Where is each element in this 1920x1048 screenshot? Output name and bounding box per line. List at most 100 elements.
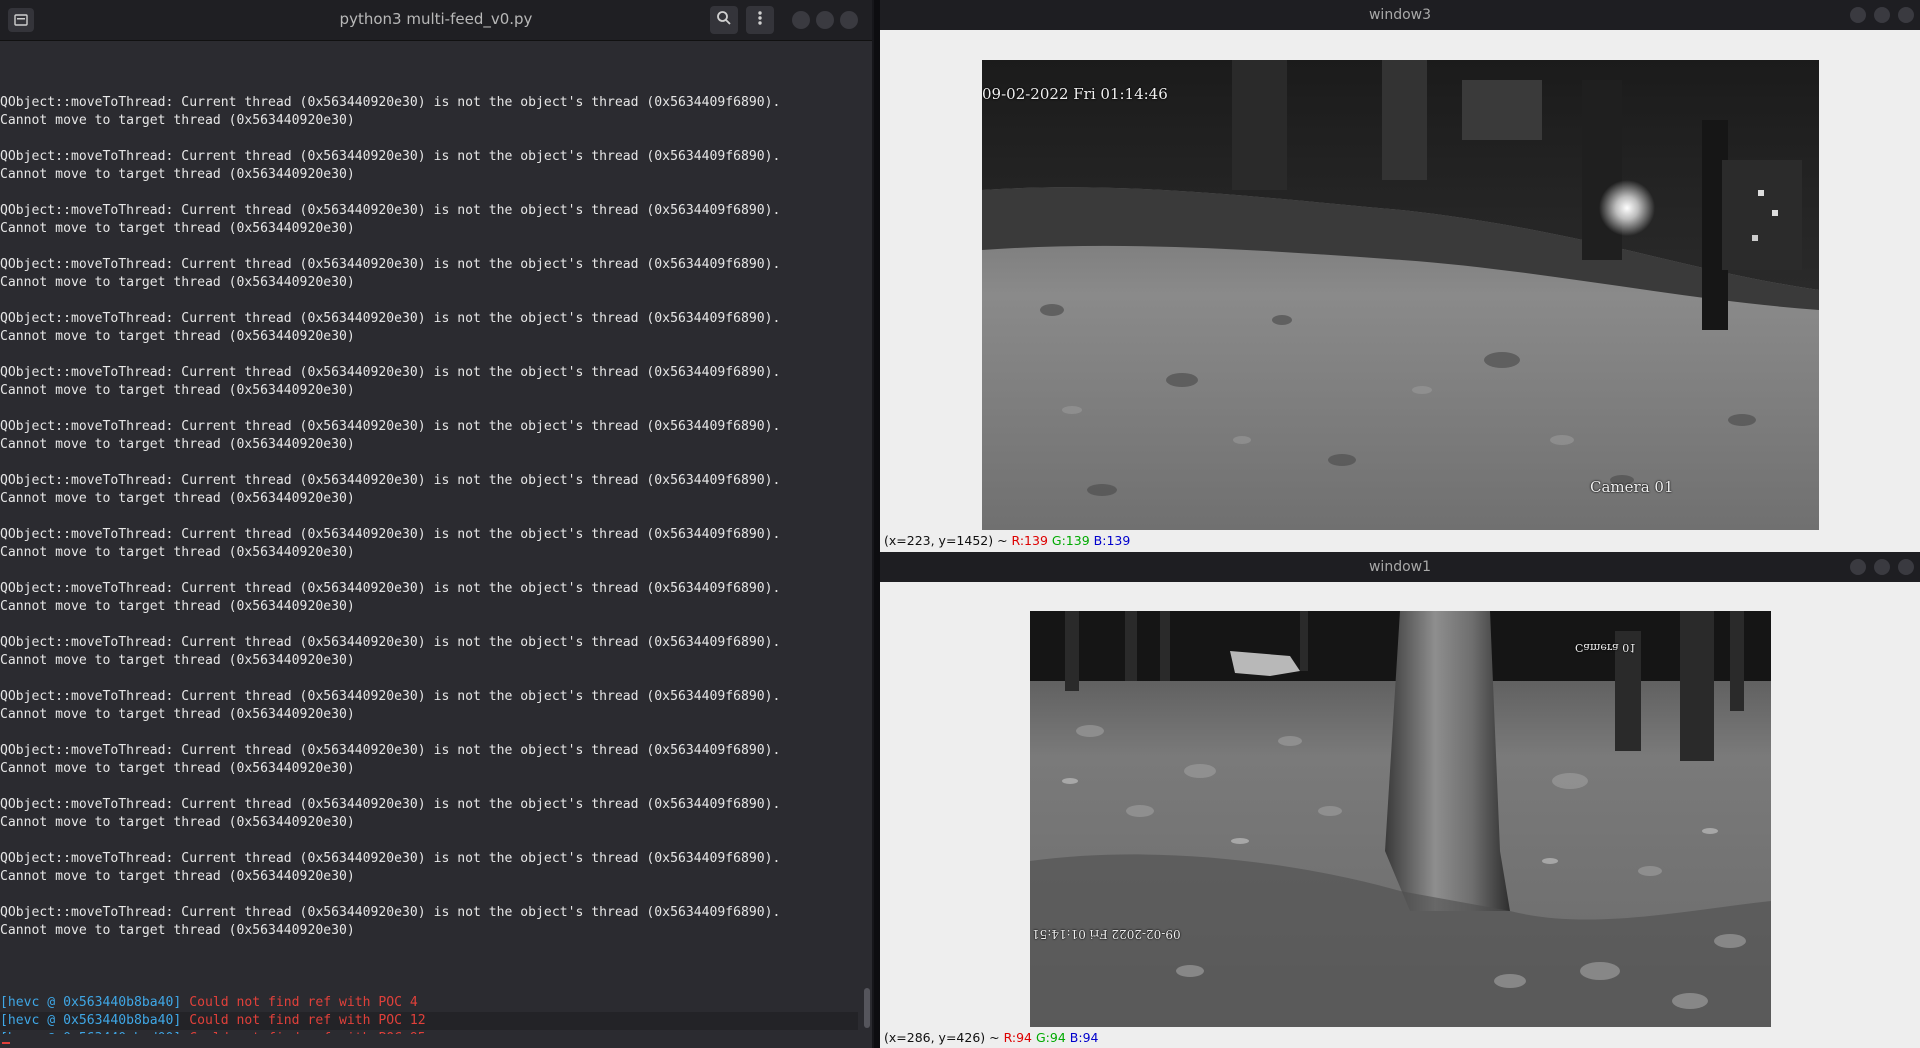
log-entry: QObject::moveToThread: Current thread (0… <box>0 850 858 886</box>
log-entry: QObject::moveToThread: Current thread (0… <box>0 256 858 292</box>
camera-feed-window3[interactable]: 09-02-2022 Fri 01:14:46 Camera 01 <box>982 60 1819 530</box>
log-line-detail: Cannot move to target thread (0x56344092… <box>0 491 355 506</box>
window3-status: (x=223, y=1452) ~ R:139 G:139 B:139 <box>884 533 1130 548</box>
log-entry: QObject::moveToThread: Current thread (0… <box>0 310 858 346</box>
log-line-warning: QObject::moveToThread: Current thread (0… <box>0 203 781 218</box>
log-line-detail: Cannot move to target thread (0x56344092… <box>0 923 355 938</box>
log-entry: QObject::moveToThread: Current thread (0… <box>0 472 858 508</box>
log-line-detail: Cannot move to target thread (0x56344092… <box>0 815 355 830</box>
log-line-warning: QObject::moveToThread: Current thread (0… <box>0 635 781 650</box>
hevc-error-message: Could not find ref with POC 12 <box>181 1013 426 1028</box>
window3[interactable]: window3 09-02-2022 Fri 01:14:46 Camera 0… <box>880 0 1920 552</box>
log-line-detail: Cannot move to target thread (0x56344092… <box>0 329 355 344</box>
terminal-window[interactable]: python3 multi-feed_v0.py QObject::moveTo… <box>0 0 874 1048</box>
status-red: R:139 <box>1011 533 1048 548</box>
window1-title: window1 <box>1368 559 1432 575</box>
log-entry: QObject::moveToThread: Current thread (0… <box>0 526 858 562</box>
log-entry: QObject::moveToThread: Current thread (0… <box>0 148 858 184</box>
log-line-detail: Cannot move to target thread (0x56344092… <box>0 653 355 668</box>
log-line-detail: Cannot move to target thread (0x56344092… <box>0 545 355 560</box>
terminal-cursor <box>2 1042 10 1044</box>
close-button[interactable] <box>840 11 858 29</box>
status-red: R:94 <box>1003 1030 1033 1045</box>
hevc-error-message: Could not find ref with POC 95 <box>181 1031 426 1034</box>
terminal-title: python3 multi-feed_v0.py <box>339 10 533 28</box>
forest-camera-image <box>1030 611 1771 1027</box>
log-entry: QObject::moveToThread: Current thread (0… <box>0 796 858 832</box>
status-green: G:94 <box>1036 1030 1066 1045</box>
log-line-warning: QObject::moveToThread: Current thread (0… <box>0 257 781 272</box>
hevc-tag: [hevc @ 0x563440b8ba40] <box>0 995 182 1010</box>
night-camera-image <box>982 60 1819 530</box>
log-line-warning: QObject::moveToThread: Current thread (0… <box>0 95 781 110</box>
log-line-warning: QObject::moveToThread: Current thread (0… <box>0 473 781 488</box>
log-entry: QObject::moveToThread: Current thread (0… <box>0 904 858 940</box>
terminal-output[interactable]: QObject::moveToThread: Current thread (0… <box>0 40 858 1034</box>
maximize-button[interactable] <box>816 11 834 29</box>
osd-camera-label: Camera 01 <box>1590 478 1674 496</box>
log-line-detail: Cannot move to target thread (0x56344092… <box>0 869 355 884</box>
log-entry: QObject::moveToThread: Current thread (0… <box>0 418 858 454</box>
status-coords: (x=286, y=426) ~ <box>884 1030 1004 1045</box>
log-line-detail: Cannot move to target thread (0x56344092… <box>0 707 355 722</box>
log-line-warning: QObject::moveToThread: Current thread (0… <box>0 851 781 866</box>
log-line-detail: Cannot move to target thread (0x56344092… <box>0 221 355 236</box>
camera-feed-window1[interactable]: Camera 01 09-02-2022 Fri 01:14:51 <box>1030 611 1771 1027</box>
hevc-tag: [hevc @ 0x563440b8ba40] <box>0 1013 182 1028</box>
log-line-detail: Cannot move to target thread (0x56344092… <box>0 275 355 290</box>
window1-minimize-button[interactable] <box>1850 559 1866 575</box>
kebab-menu-icon <box>757 10 763 30</box>
log-entry: QObject::moveToThread: Current thread (0… <box>0 688 858 724</box>
terminal-titlebar[interactable]: python3 multi-feed_v0.py <box>0 0 872 41</box>
log-line-detail: Cannot move to target thread (0x56344092… <box>0 437 355 452</box>
log-line-detail: Cannot move to target thread (0x56344092… <box>0 167 355 182</box>
status-blue: B:94 <box>1069 1030 1099 1045</box>
log-line-detail: Cannot move to target thread (0x56344092… <box>0 383 355 398</box>
window1-titlebar[interactable]: window1 <box>880 552 1920 582</box>
window1-maximize-button[interactable] <box>1874 559 1890 575</box>
log-line-warning: QObject::moveToThread: Current thread (0… <box>0 743 781 758</box>
hevc-log: [hevc @ 0x563440b8ba40] Could not find r… <box>0 994 858 1034</box>
scrollbar-thumb[interactable] <box>864 988 870 1028</box>
log-line-warning: QObject::moveToThread: Current thread (0… <box>0 419 781 434</box>
window3-maximize-button[interactable] <box>1874 7 1890 23</box>
window3-title: window3 <box>1368 7 1432 23</box>
log-line-warning: QObject::moveToThread: Current thread (0… <box>0 149 781 164</box>
log-entry: QObject::moveToThread: Current thread (0… <box>0 202 858 238</box>
menu-button[interactable] <box>746 6 774 34</box>
status-coords: (x=223, y=1452) ~ <box>884 533 1012 548</box>
log-entry: QObject::moveToThread: Current thread (0… <box>0 364 858 400</box>
search-button[interactable] <box>710 6 738 34</box>
log-line-warning: QObject::moveToThread: Current thread (0… <box>0 797 781 812</box>
log-line-detail: Cannot move to target thread (0x56344092… <box>0 113 355 128</box>
window3-titlebar[interactable]: window3 <box>880 0 1920 30</box>
window3-close-button[interactable] <box>1898 7 1914 23</box>
log-line-warning: QObject::moveToThread: Current thread (0… <box>0 311 781 326</box>
status-green: G:139 <box>1051 533 1090 548</box>
log-entry: QObject::moveToThread: Current thread (0… <box>0 742 858 778</box>
log-line-warning: QObject::moveToThread: Current thread (0… <box>0 689 781 704</box>
log-line-warning: QObject::moveToThread: Current thread (0… <box>0 527 781 542</box>
minimize-button[interactable] <box>792 11 810 29</box>
qobject-log: QObject::moveToThread: Current thread (0… <box>0 94 858 940</box>
window1[interactable]: window1 Camera 01 09-02-2022 Fri 01:14:5… <box>880 552 1920 1048</box>
window1-close-button[interactable] <box>1898 559 1914 575</box>
hevc-log-line: [hevc @ 0x563440b8ba40] Could not find r… <box>0 994 858 1012</box>
search-icon <box>716 10 732 30</box>
window1-status: (x=286, y=426) ~ R:94 G:94 B:94 <box>884 1030 1099 1045</box>
log-line-warning: QObject::moveToThread: Current thread (0… <box>0 365 781 380</box>
log-line-warning: QObject::moveToThread: Current thread (0… <box>0 905 781 920</box>
log-line-warning: QObject::moveToThread: Current thread (0… <box>0 581 781 596</box>
status-blue: B:139 <box>1093 533 1131 548</box>
log-entry: QObject::moveToThread: Current thread (0… <box>0 634 858 670</box>
hevc-tag: [hevc @ 0x563440abad00] <box>0 1031 181 1034</box>
log-entry: QObject::moveToThread: Current thread (0… <box>0 580 858 616</box>
log-line-detail: Cannot move to target thread (0x56344092… <box>0 599 355 614</box>
hevc-log-line: [hevc @ 0x563440abad00] Could not find r… <box>0 1030 858 1034</box>
hevc-error-message: Could not find ref with POC 4 <box>181 995 418 1010</box>
log-entry: QObject::moveToThread: Current thread (0… <box>0 94 858 130</box>
window3-minimize-button[interactable] <box>1850 7 1866 23</box>
terminal-scrollbar[interactable] <box>864 60 870 1028</box>
hevc-log-line: [hevc @ 0x563440b8ba40] Could not find r… <box>0 1012 858 1030</box>
osd-timestamp: 09-02-2022 Fri 01:14:46 <box>982 85 1168 103</box>
